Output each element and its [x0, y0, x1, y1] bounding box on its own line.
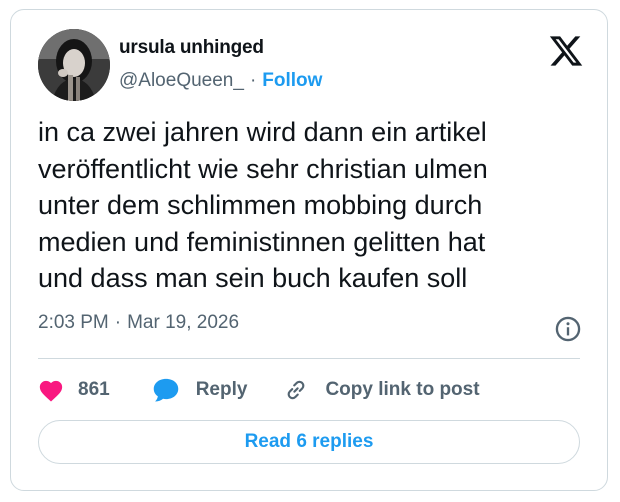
timestamp-separator: ·	[114, 312, 122, 333]
speech-bubble-icon	[153, 378, 178, 402]
copy-link-label: Copy link to post	[325, 379, 480, 400]
like-button[interactable]: 861	[38, 378, 110, 402]
x-logo-icon[interactable]	[548, 33, 584, 69]
post-text-line: und dass man sein buch kaufen soll	[38, 263, 468, 293]
post-text-line: unter dem schlimmen mobbing durch	[38, 190, 483, 220]
avatar[interactable]	[38, 29, 110, 101]
read-replies-label: Read 6 replies	[244, 431, 374, 452]
link-icon	[288, 380, 305, 400]
post-actions: 861 Reply Copy link to post	[38, 373, 480, 407]
post-timestamp[interactable]: 2:03 PM · Mar 19, 2026	[38, 312, 239, 334]
reply-button[interactable]: Reply	[152, 377, 248, 403]
author-handle-row: @AloeQueen_ · Follow	[119, 70, 322, 92]
post-text-line: in ca zwei jahren wird dann ein artikel	[38, 117, 487, 147]
author-name[interactable]: ursula unhinged	[119, 37, 264, 59]
embedded-post-card: ursula unhinged @AloeQueen_ · Follow in ca…	[10, 9, 608, 491]
avatar-photo-icon	[38, 29, 110, 101]
post-text: in ca zwei jahren wird dann ein artikel …	[38, 114, 598, 297]
divider	[38, 358, 580, 359]
heart-icon	[39, 380, 63, 402]
info-icon[interactable]	[554, 315, 582, 343]
post-time: 2:03 PM	[38, 312, 109, 333]
post-date: Mar 19, 2026	[127, 312, 240, 333]
read-replies-button[interactable]: Read 6 replies	[38, 420, 580, 464]
reply-label: Reply	[195, 379, 248, 400]
author-handle[interactable]: @AloeQueen_	[119, 70, 244, 91]
follow-link[interactable]: Follow	[262, 70, 322, 91]
handle-separator: ·	[249, 70, 257, 91]
post-text-line: medien und feministinnen gelitten hat	[38, 226, 486, 257]
like-count: 861	[78, 379, 110, 400]
copy-link-button[interactable]: Copy link to post	[283, 377, 480, 403]
post-text-line: veröffentlicht wie sehr christian ulmen	[38, 153, 488, 184]
